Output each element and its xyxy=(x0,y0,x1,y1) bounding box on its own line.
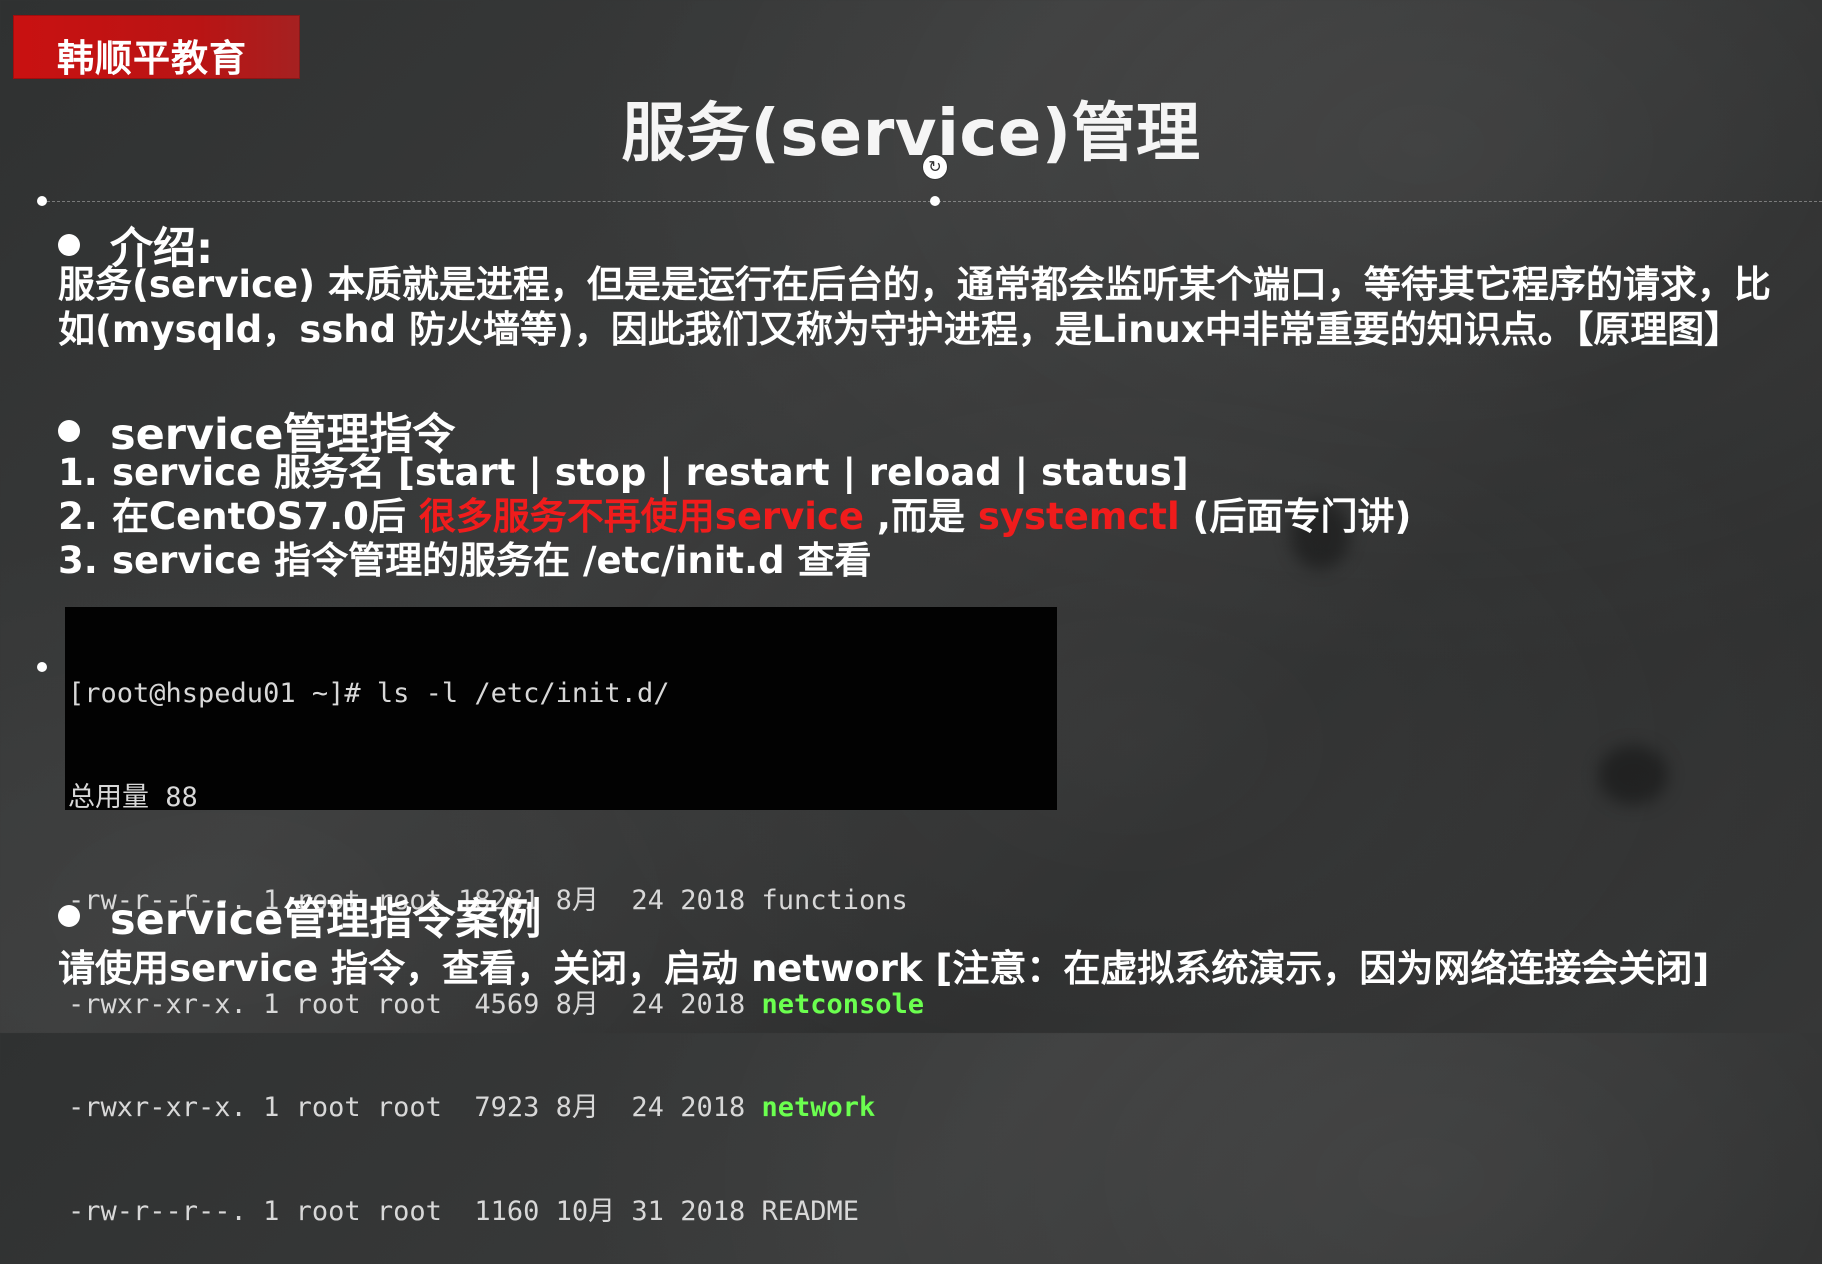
terminal-row: -rw-r--r--. 1 root root 1160 10月 31 2018… xyxy=(68,1195,1057,1230)
intro-paragraph: 服务(service) 本质就是进程，但是是运行在后台的，通常都会监听某个端口，… xyxy=(58,262,1798,352)
brand-label: 韩顺平教育 xyxy=(57,37,247,80)
step-2: 2. 在CentOS7.0后 很多服务不再使用service ,而是 system… xyxy=(58,495,1411,539)
terminal-row: -rwxr-xr-x. 1 root root 4569 8月 24 2018 … xyxy=(68,988,1057,1023)
selection-border xyxy=(42,201,1822,202)
step-2-number: 2. xyxy=(58,495,98,538)
step-1-text: service 服务名 [start | stop | restart | re… xyxy=(112,451,1189,494)
command-steps: 1. service 服务名 [start | stop | restart | … xyxy=(58,451,1411,583)
terminal-row-meta: -rw-r--r--. 1 root root 1160 10月 31 2018 xyxy=(68,1195,762,1227)
step-2-highlight-service: 很多服务不再使用service xyxy=(418,495,865,538)
bullet-icon xyxy=(58,905,80,927)
step-1: 1. service 服务名 [start | stop | restart | … xyxy=(58,451,1411,495)
terminal-row: -rwxr-xr-x. 1 root root 7923 8月 24 2018 … xyxy=(68,1091,1057,1126)
intro-line-1: 服务(service) 本质就是进程，但是是运行在后台的，通常都会监听某个端口，… xyxy=(58,263,1771,306)
bullet-icon xyxy=(58,234,80,256)
chalk-smudge xyxy=(1598,745,1668,805)
step-3-number: 3. xyxy=(58,539,98,582)
terminal-file-name: functions xyxy=(761,885,908,916)
step-2-after: (后面专门讲) xyxy=(1179,495,1412,538)
slide-title[interactable]: 服务(service)管理 xyxy=(0,82,1822,174)
step-1-number: 1. xyxy=(58,451,98,494)
step-2-before: 在CentOS7.0后 xyxy=(112,495,419,538)
step-2-middle: ,而是 xyxy=(864,495,978,538)
terminal-executable-name: netconsole xyxy=(761,988,925,1020)
step-2-highlight-systemctl: systemctl xyxy=(977,495,1180,538)
rotate-handle-icon[interactable]: ↻ xyxy=(923,155,947,179)
terminal-file-name: README xyxy=(761,1195,860,1227)
bullet-icon xyxy=(58,420,80,442)
selection-handle-mid-left[interactable] xyxy=(37,662,47,672)
example-text: 请使用service 指令，查看，关闭，启动 network [注意：在虚拟系统… xyxy=(58,947,1710,990)
terminal-executable-name: network xyxy=(761,1092,876,1123)
step-3-text: service 指令管理的服务在 /etc/init.d 查看 xyxy=(112,539,872,582)
intro-line-2: 如(mysqld，sshd 防火墙等)，因此我们又称为守护进程，是Linux中非… xyxy=(58,308,1742,351)
terminal-prompt: [root@hspedu01 ~]# ls -l /etc/init.d/ xyxy=(68,678,670,709)
terminal-row-meta: -rwxr-xr-x. 1 root root 4569 8月 24 2018 xyxy=(68,988,762,1020)
terminal-total: 总用量 88 xyxy=(68,781,198,813)
terminal-row-meta: -rwxr-xr-x. 1 root root 7923 8月 24 2018 xyxy=(68,1092,762,1123)
step-3: 3. service 指令管理的服务在 /etc/init.d 查看 xyxy=(58,539,1411,583)
terminal-output[interactable]: [root@hspedu01 ~]# ls -l /etc/init.d/ 总用… xyxy=(65,607,1057,1227)
brand-banner: 韩顺平教育 xyxy=(13,15,300,80)
